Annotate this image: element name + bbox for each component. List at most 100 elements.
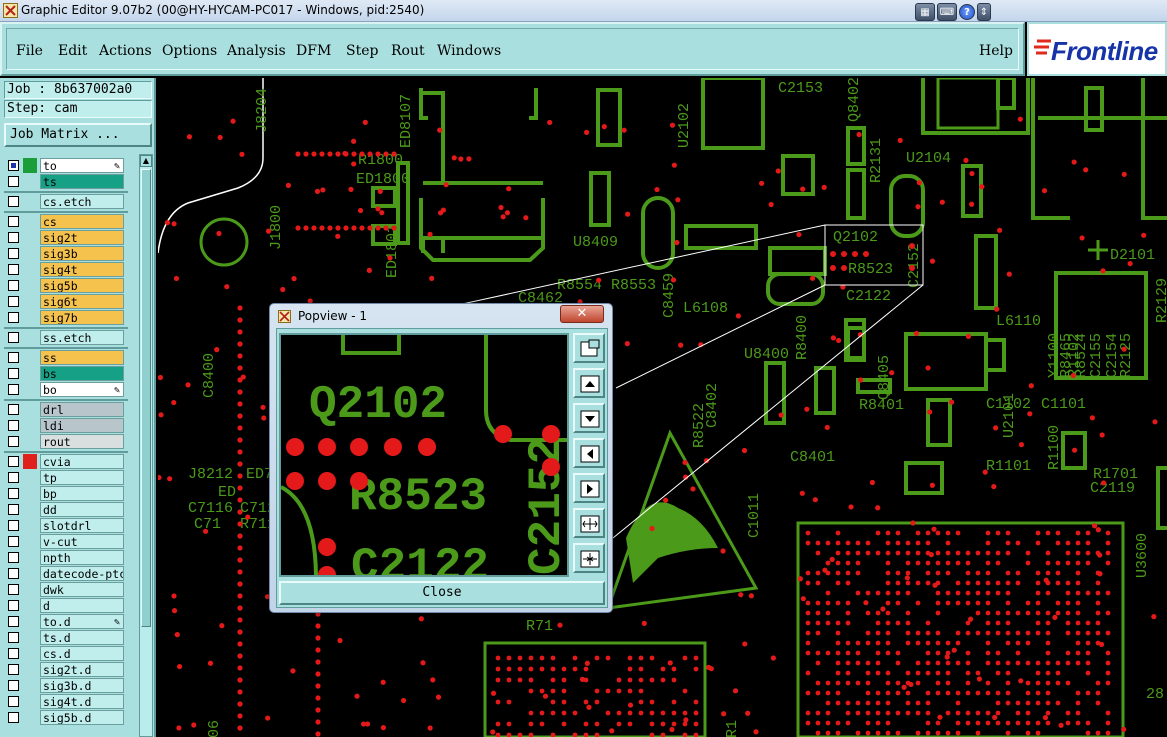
layer-row[interactable]: dwk: [4, 582, 128, 597]
pan-right-icon[interactable]: [573, 473, 605, 503]
pan-down-icon[interactable]: [573, 403, 605, 433]
scroll-up-icon[interactable]: ▲: [140, 155, 152, 167]
layer-checkbox[interactable]: [8, 536, 19, 547]
layer-name[interactable]: bp: [40, 486, 124, 501]
layer-row[interactable]: d: [4, 598, 128, 613]
layer-name[interactable]: to.d ✎: [40, 614, 124, 629]
layer-row[interactable]: drl: [4, 402, 128, 417]
layer-checkbox[interactable]: [8, 232, 19, 243]
layer-name[interactable]: cvia: [40, 454, 124, 469]
menu-analysis[interactable]: Analysis: [227, 43, 286, 59]
menu-options[interactable]: Options: [162, 43, 217, 59]
layer-row[interactable]: cs: [4, 214, 128, 229]
layer-name[interactable]: drl: [40, 402, 124, 417]
zoom-fit-icon[interactable]: [573, 333, 605, 363]
layer-row[interactable]: ldi: [4, 418, 128, 433]
layer-row[interactable]: cvia: [4, 454, 128, 469]
layer-name[interactable]: dd: [40, 502, 124, 517]
menu-dfm[interactable]: DFM: [296, 43, 331, 59]
layer-scrollbar[interactable]: ▲: [139, 154, 153, 737]
layer-name[interactable]: ldi: [40, 418, 124, 433]
layer-name[interactable]: tp: [40, 470, 124, 485]
layer-name[interactable]: cs.etch: [40, 194, 124, 209]
layer-row[interactable]: cs.etch: [4, 194, 128, 209]
layer-checkbox[interactable]: [8, 280, 19, 291]
layer-checkbox[interactable]: [8, 176, 19, 187]
layer-row[interactable]: sig7b: [4, 310, 128, 325]
layer-row[interactable]: to ✎: [4, 158, 128, 173]
layer-checkbox[interactable]: [8, 648, 19, 659]
layer-row[interactable]: ts.d: [4, 630, 128, 645]
layer-checkbox[interactable]: [8, 472, 19, 483]
layer-name[interactable]: bs: [40, 366, 124, 381]
layer-checkbox[interactable]: [8, 196, 19, 207]
layer-name[interactable]: sig4t: [40, 262, 124, 277]
layer-checkbox[interactable]: [8, 632, 19, 643]
layer-row[interactable]: npth: [4, 550, 128, 565]
scroll-thumb[interactable]: [141, 169, 151, 627]
layer-checkbox[interactable]: [8, 384, 19, 395]
layer-checkbox[interactable]: [8, 488, 19, 499]
layer-name[interactable]: sig3b: [40, 246, 124, 261]
layer-name[interactable]: ss.etch: [40, 330, 124, 345]
layer-row[interactable]: bs: [4, 366, 128, 381]
layer-checkbox[interactable]: [8, 264, 19, 275]
menu-edit[interactable]: Edit: [58, 43, 87, 59]
layer-row[interactable]: sig3b: [4, 246, 128, 261]
layer-row[interactable]: ts: [4, 174, 128, 189]
layer-checkbox[interactable]: [8, 520, 19, 531]
layer-row[interactable]: tp: [4, 470, 128, 485]
layer-name[interactable]: rout: [40, 434, 124, 449]
layer-checkbox[interactable]: [8, 616, 19, 627]
popview-canvas[interactable]: Q2102 R8523 C2122 C2152: [279, 333, 569, 577]
layer-name[interactable]: sig2t: [40, 230, 124, 245]
layer-row[interactable]: sig5b: [4, 278, 128, 293]
layer-row[interactable]: cs.d: [4, 646, 128, 661]
layer-row[interactable]: sig4t: [4, 262, 128, 277]
menu-file[interactable]: File: [16, 43, 43, 59]
layer-row[interactable]: v-cut: [4, 534, 128, 549]
menu-windows[interactable]: Windows: [437, 43, 501, 59]
layer-name[interactable]: bo ✎: [40, 382, 124, 397]
layer-checkbox[interactable]: [8, 568, 19, 579]
layer-color-swatch[interactable]: [23, 454, 37, 469]
layer-row[interactable]: slotdrl: [4, 518, 128, 533]
layer-checkbox[interactable]: [8, 160, 19, 171]
layer-name[interactable]: sig2t.d: [40, 662, 124, 677]
keyboard-icon[interactable]: ⌨: [937, 3, 957, 21]
layer-row[interactable]: bo ✎: [4, 382, 128, 397]
layer-name[interactable]: cs.d: [40, 646, 124, 661]
layer-name[interactable]: sig7b: [40, 310, 124, 325]
layer-color-swatch[interactable]: [23, 158, 37, 173]
layer-row[interactable]: dd: [4, 502, 128, 517]
layer-row[interactable]: sig5b.d: [4, 710, 128, 725]
layer-checkbox[interactable]: [8, 436, 19, 447]
menu-step[interactable]: Step: [346, 43, 378, 59]
menu-rout[interactable]: Rout: [391, 43, 425, 59]
layer-checkbox[interactable]: [8, 404, 19, 415]
layer-row[interactable]: sig3b.d: [4, 678, 128, 693]
layer-checkbox[interactable]: [8, 332, 19, 343]
layer-name[interactable]: v-cut: [40, 534, 124, 549]
layer-name[interactable]: dwk: [40, 582, 124, 597]
scroll-icon[interactable]: ⇕: [977, 3, 991, 21]
pan-up-icon[interactable]: [573, 368, 605, 398]
layer-checkbox[interactable]: [8, 552, 19, 563]
layer-name[interactable]: sig4t.d: [40, 694, 124, 709]
layer-checkbox[interactable]: [8, 296, 19, 307]
layer-row[interactable]: sig4t.d: [4, 694, 128, 709]
zoom-out-icon[interactable]: [573, 543, 605, 573]
layer-checkbox[interactable]: [8, 680, 19, 691]
zoom-in-icon[interactable]: [573, 508, 605, 538]
layer-name[interactable]: ts.d: [40, 630, 124, 645]
layer-name[interactable]: cs: [40, 214, 124, 229]
layer-name[interactable]: ts: [40, 174, 124, 189]
layer-row[interactable]: rout: [4, 434, 128, 449]
popview-close-button[interactable]: Close: [279, 581, 605, 605]
layer-checkbox[interactable]: [8, 600, 19, 611]
layer-name[interactable]: npth: [40, 550, 124, 565]
layer-row[interactable]: bp: [4, 486, 128, 501]
layer-row[interactable]: ss.etch: [4, 330, 128, 345]
layer-name[interactable]: sig5b.d: [40, 710, 124, 725]
layer-name[interactable]: datecode-ptc: [40, 566, 124, 581]
